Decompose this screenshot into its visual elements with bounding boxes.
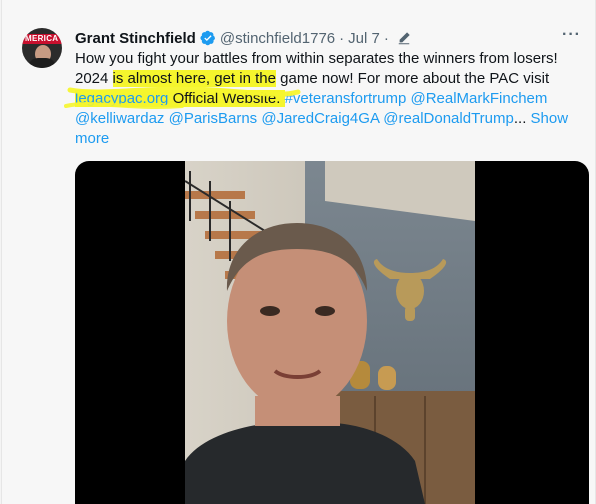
tweet-date[interactable]: Jul 7 <box>348 30 380 47</box>
text-segment: 2024 <box>75 70 113 87</box>
tweet-text-line-2: 2024 is almost here, get in the game now… <box>75 69 575 89</box>
highlighted-text: is almost here, get in the <box>112 70 276 87</box>
mention-links[interactable]: @kelliwardaz @ParisBarns @JaredCraig4GA … <box>75 110 514 127</box>
tweet-card[interactable]: MERICA Grant Stinchfield @stinchfield177… <box>1 0 596 504</box>
avatar-shirt <box>28 58 56 68</box>
tweet-text: How you fight your battles from within s… <box>75 49 575 149</box>
show-more-link-2[interactable]: more <box>75 130 109 147</box>
author-handle[interactable]: @stinchfield1776 <box>220 30 335 47</box>
tweet-text-line-5: more <box>75 129 575 149</box>
text-segment: game now! For more about the PAC visit <box>275 70 550 87</box>
edited-pencil-icon[interactable] <box>397 31 411 45</box>
hashtag-link[interactable]: #veteransfortrump <box>285 90 407 107</box>
video-player[interactable] <box>75 161 589 504</box>
author-name[interactable]: Grant Stinchfield <box>75 30 196 47</box>
tweet-text-line-4: @kelliwardaz @ParisBarns @JaredCraig4GA … <box>75 109 575 129</box>
tweet-text-line-3: legacypac.org Official Website. #veteran… <box>75 89 575 109</box>
separator-dot-2: · <box>383 29 389 47</box>
verified-badge-icon[interactable] <box>200 30 216 46</box>
mention-link[interactable]: @RealMarkFinchem <box>410 90 547 107</box>
show-more-link[interactable]: Show <box>531 110 569 127</box>
separator-dot: · <box>339 29 345 47</box>
website-link[interactable]: legacypac.org <box>75 90 169 107</box>
more-options-button[interactable]: ··· <box>562 26 581 44</box>
ellipsis: ... <box>513 110 531 127</box>
tweet-header: Grant Stinchfield @stinchfield1776 · Jul… <box>75 28 411 48</box>
highlighted-text: Official Website. <box>168 90 285 107</box>
tweet-text-line-1: How you fight your battles from within s… <box>75 50 558 67</box>
avatar[interactable]: MERICA <box>22 28 62 68</box>
video-frame[interactable] <box>185 161 475 504</box>
avatar-text: MERICA <box>25 34 59 43</box>
